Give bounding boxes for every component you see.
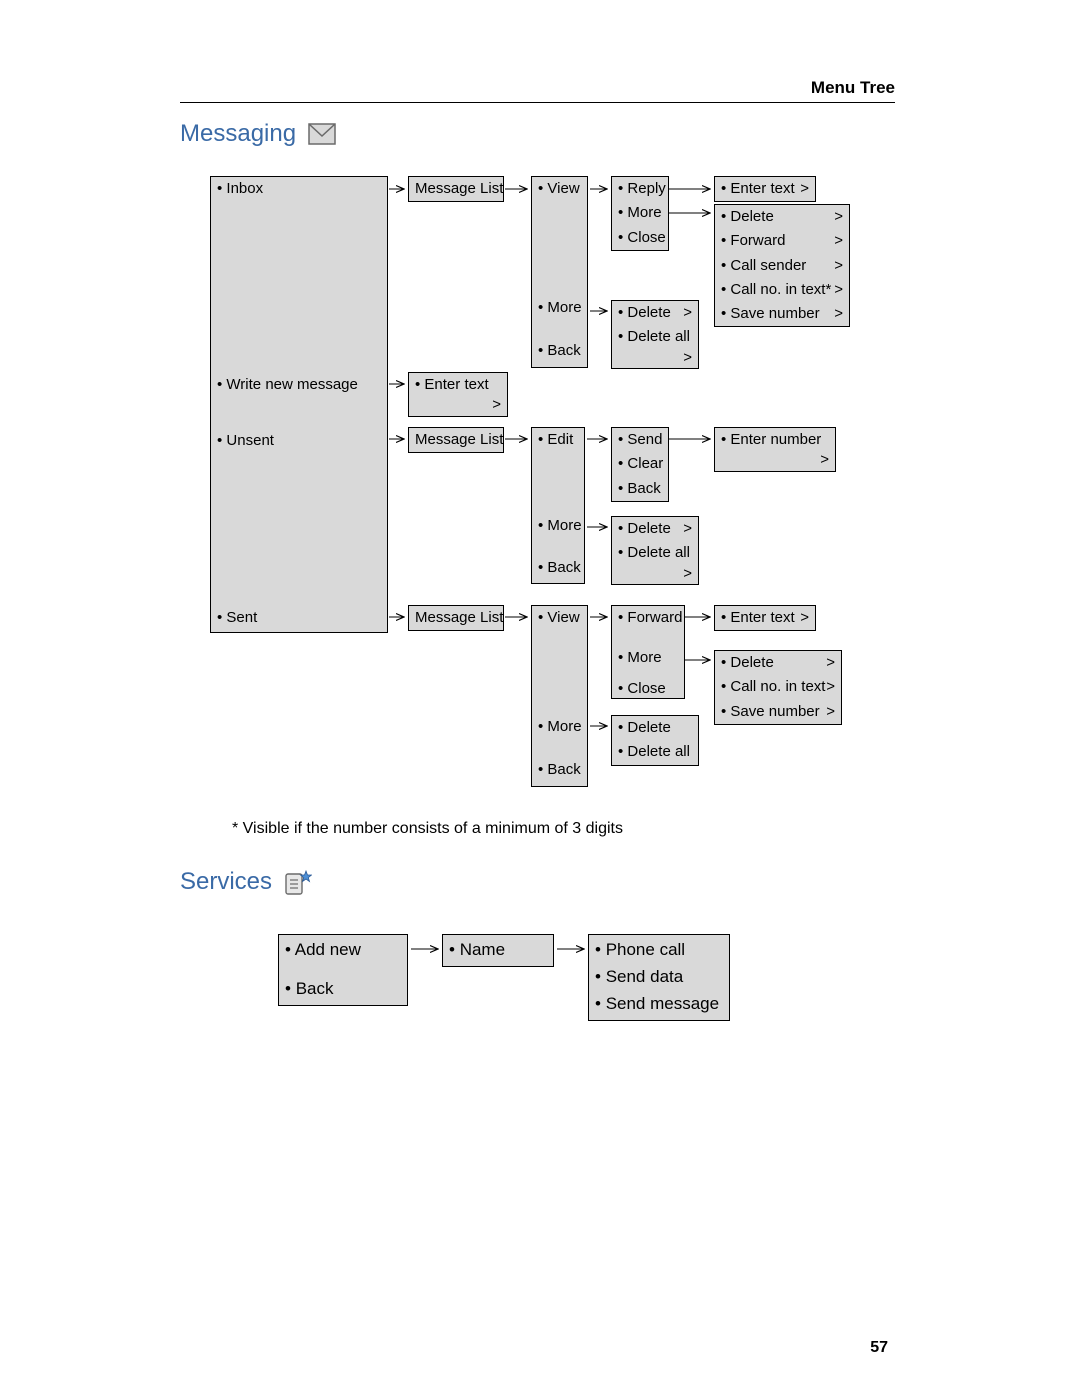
clear-item: Clear	[612, 452, 668, 476]
addnew-item: Add new	[279, 935, 407, 964]
back-item: Back	[532, 339, 587, 363]
uback-item: Back	[532, 556, 584, 580]
services-name-box: Name	[442, 934, 554, 967]
sdel2-item: Delete	[612, 716, 698, 740]
svmore-item: More	[612, 646, 684, 670]
scallno-item: Call no. in text>	[715, 675, 841, 699]
delall-item: Delete all>	[612, 325, 698, 349]
sent-item: Sent	[211, 606, 387, 630]
sent-more-box: Delete> Call no. in text> Save number>	[714, 650, 842, 725]
messaging-title-text: Messaging	[180, 120, 296, 148]
saveno-item: Save number>	[715, 302, 849, 326]
msglist2-text: Message List	[409, 428, 503, 452]
vmore-item: More	[612, 201, 668, 225]
more-item: More	[532, 296, 587, 320]
reply-item: Reply	[612, 177, 668, 201]
write-enter-box: Enter text >	[408, 372, 508, 417]
enternum-item: Enter number >	[715, 428, 835, 452]
reply-enter-item: Enter text>	[715, 177, 815, 201]
close-item: Close	[612, 226, 668, 250]
unsent-item: Unsent	[211, 429, 387, 453]
senter-item: Enter text >	[715, 606, 815, 630]
phone-item: Phone call	[589, 935, 729, 964]
unsent-edit-box: Edit More Back	[531, 427, 585, 584]
unsent-more-sub: Delete> Delete all>	[611, 516, 699, 585]
smore-item: More	[532, 715, 587, 739]
sback-item: Back	[532, 758, 587, 782]
services-icon	[284, 871, 312, 893]
udel-item: Delete>	[612, 517, 698, 541]
udelall-item: Delete all>	[612, 541, 698, 565]
services-main-box: Add new Back	[278, 934, 408, 1006]
page-number: 57	[870, 1339, 888, 1357]
senddata-item: Send data	[589, 964, 729, 991]
page: Menu Tree Messaging	[0, 0, 1080, 1397]
sdel-item: Delete>	[715, 651, 841, 675]
sfwd-item: Forward	[612, 606, 684, 630]
inbox-msglist-box: Message List	[408, 176, 504, 202]
sdelall-item: Delete all	[612, 740, 698, 764]
sent-fwd-box: Forward More Close	[611, 605, 685, 699]
footnote: * Visible if the number consists of a mi…	[232, 820, 623, 838]
inbox-reply-box: Reply More Close	[611, 176, 669, 251]
page-header: Menu Tree	[180, 78, 895, 103]
enter-number-box: Enter number >	[714, 427, 836, 472]
msglist3-text: Message List	[409, 606, 503, 630]
unsent-send-box: Send Clear Back	[611, 427, 669, 502]
unsent-msglist-box: Message List	[408, 427, 504, 453]
inbox-more-box: Delete> Forward> Call sender> Call no. i…	[714, 204, 850, 327]
inbox-view-box: View More Back	[531, 176, 588, 368]
sendmsg-item: Send message	[589, 991, 729, 1020]
sent-msglist-box: Message List	[408, 605, 504, 631]
fwd-item: Forward>	[715, 229, 849, 253]
del-item: Delete>	[715, 205, 849, 229]
msglist-text: Message List	[409, 177, 503, 201]
edit-item: Edit	[532, 428, 584, 452]
reply-enter-box: Enter text>	[714, 176, 816, 202]
write-enter-item: Enter text >	[409, 373, 507, 397]
callsender-item: Call sender>	[715, 254, 849, 278]
view-item: View	[532, 177, 587, 201]
sview-item: View	[532, 606, 587, 630]
sent-more-sub: Delete Delete all	[611, 715, 699, 766]
name-item: Name	[443, 935, 553, 966]
services-actions-box: Phone call Send data Send message	[588, 934, 730, 1021]
ssaveno-item: Save number>	[715, 700, 841, 724]
callno-item: Call no. in text*>	[715, 278, 849, 302]
write-item: Write new message	[211, 373, 387, 397]
messaging-title: Messaging	[180, 120, 336, 148]
umore-item: More	[532, 514, 584, 538]
envelope-icon	[308, 123, 336, 145]
svcback-item: Back	[279, 976, 407, 1003]
eback-item: Back	[612, 477, 668, 501]
messaging-main-box: Inbox Write new message Unsent Sent	[210, 176, 388, 633]
sclose-item: Close	[612, 677, 684, 701]
services-title-text: Services	[180, 868, 272, 896]
send-item: Send	[612, 428, 668, 452]
del2-item: Delete>	[612, 301, 698, 325]
inbox-item: Inbox	[211, 177, 387, 201]
services-title: Services	[180, 868, 312, 896]
inbox-more-sub: Delete> Delete all>	[611, 300, 699, 369]
sent-enter-box: Enter text >	[714, 605, 816, 631]
sent-view-box: View More Back	[531, 605, 588, 787]
